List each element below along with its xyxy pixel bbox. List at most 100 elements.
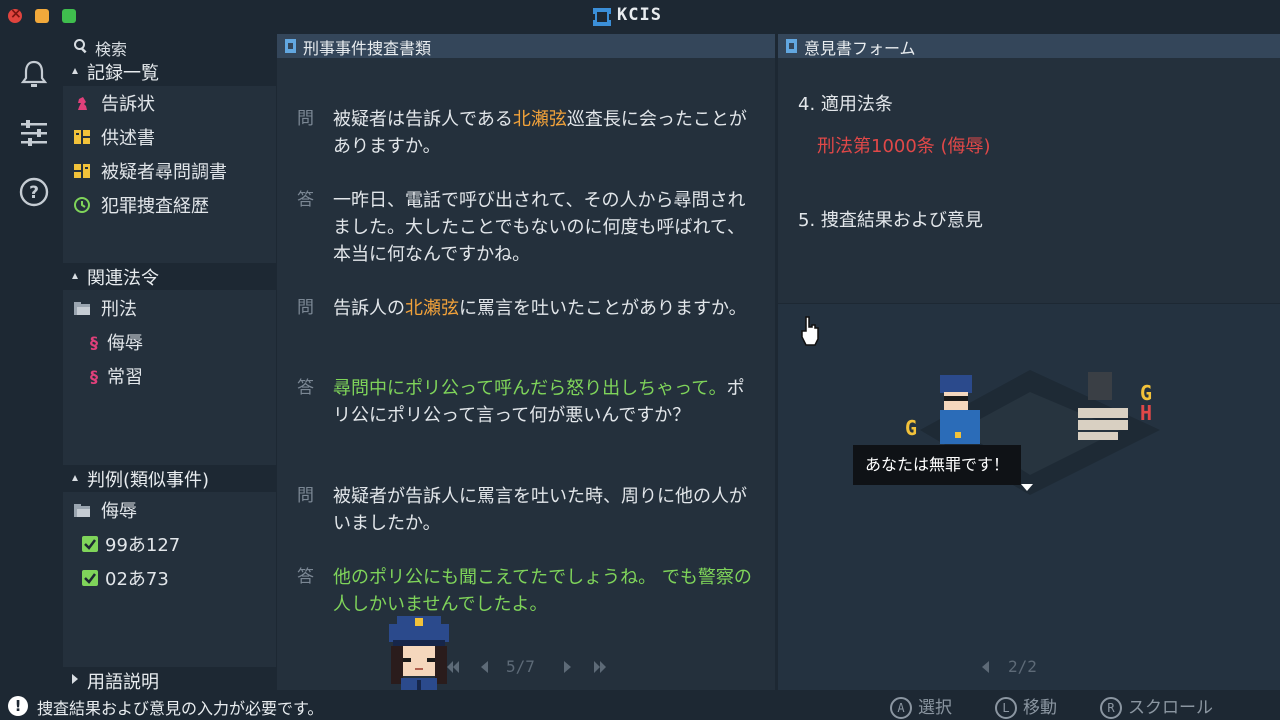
- sidebar-folder-insult[interactable]: 侮辱: [73, 495, 273, 525]
- minimize-button[interactable]: [35, 9, 49, 23]
- expand-icon: [72, 674, 78, 684]
- document-icon: [285, 39, 296, 53]
- sidebar-item-habitual[interactable]: § 常習: [85, 361, 273, 391]
- hint-label: 選択: [918, 698, 952, 718]
- answer-mark: 答: [297, 567, 314, 587]
- hint-label: 移動: [1023, 698, 1057, 718]
- interrogation-icon: [74, 164, 90, 178]
- next-page-icon[interactable]: [563, 660, 573, 674]
- qa-text: 一昨日、電話で呼び出されて、その人から尋問されました。大したことでもないのに何度…: [333, 190, 746, 265]
- sidebar-folder-criminal-law[interactable]: 刑法: [73, 293, 273, 323]
- app-title: KCIS: [617, 5, 662, 25]
- app-logo-icon: [591, 8, 613, 26]
- statement-icon: [74, 130, 90, 144]
- verdict-speech-bubble: あなたは無罪です！: [853, 445, 1022, 485]
- sidebar-item-label: 常習: [107, 367, 143, 388]
- sidebar-item-label: 刑法: [101, 299, 137, 320]
- section-symbol-icon: §: [90, 333, 98, 351]
- laws-section-header[interactable]: 関連法令: [63, 263, 276, 289]
- sidebar-item-history[interactable]: 犯罪捜査経歴: [73, 190, 273, 220]
- history-icon: [74, 197, 90, 213]
- applied-law-value[interactable]: 刑法第1000条 (侮辱): [817, 132, 991, 158]
- sidebar-item-label: 犯罪捜査経歴: [101, 196, 209, 217]
- hint-move: L 移動: [995, 693, 1057, 719]
- bell-icon[interactable]: [18, 58, 50, 90]
- close-button[interactable]: [8, 6, 22, 23]
- section-applicable-law: 4. 適用法条: [798, 94, 893, 115]
- highlighted-name: 北瀬弦: [512, 109, 567, 130]
- alert-icon: !: [8, 696, 28, 716]
- sidebar-item-statement[interactable]: 供述書: [73, 122, 273, 152]
- sidebar-item-label: 告訴状: [101, 94, 155, 115]
- sidebar-item-label: 99あ127: [105, 535, 181, 556]
- records-title: 記録一覧: [87, 63, 159, 84]
- precedents-section-header[interactable]: 判例(類似事件): [63, 465, 276, 491]
- sidebar-item-label: 侮辱: [107, 333, 143, 354]
- middle-panel-title: 刑事事件捜査書類: [303, 39, 432, 58]
- search-label: 検索: [95, 40, 128, 59]
- collapse-icon: [72, 68, 78, 74]
- sidebar-item-label: 02あ73: [105, 569, 169, 590]
- middle-panel-header: 刑事事件捜査書類: [277, 34, 775, 58]
- button-a-icon: A: [890, 697, 912, 719]
- sidebar-item-label: 被疑者尋問調書: [101, 162, 227, 183]
- qa-text: 告訴人の: [333, 298, 405, 319]
- hint-select: A 選択: [890, 693, 952, 719]
- search-icon: [74, 39, 87, 54]
- page-indicator: 5/7: [506, 657, 535, 676]
- highlighted-name: 北瀬弦: [405, 298, 459, 319]
- laws-title: 関連法令: [87, 268, 159, 289]
- prev-page-icon[interactable]: [980, 660, 990, 674]
- svg-text:?: ?: [29, 183, 39, 203]
- right-panel-title: 意見書フォーム: [804, 39, 916, 58]
- checkbox-checked-icon: [82, 570, 98, 586]
- hand-cursor-icon: [801, 316, 819, 346]
- qa-text: に罵言を吐いたことがありますか。: [459, 298, 747, 319]
- sidebar-item-interrogation[interactable]: 被疑者尋問調書: [73, 156, 273, 186]
- bubble-pointer-icon: [1021, 484, 1033, 491]
- collapse-icon: [72, 273, 78, 279]
- checkbox-checked-icon: [82, 536, 98, 552]
- sidebar-item-insult[interactable]: § 侮辱: [85, 327, 273, 357]
- answer-mark: 答: [297, 190, 314, 210]
- answer-mark: 答: [297, 378, 314, 398]
- help-icon[interactable]: ?: [18, 176, 50, 208]
- right-panel-header: 意見書フォーム: [778, 34, 1280, 58]
- glossary-section-header[interactable]: 用語説明: [63, 667, 276, 693]
- chess-knight-icon: [78, 97, 87, 110]
- sidebar-item-case-99a127[interactable]: 99あ127: [81, 529, 273, 559]
- sidebar-item-case-02a73[interactable]: 02あ73: [81, 563, 273, 593]
- qa-text: 被疑者は告訴人である: [333, 109, 513, 130]
- svg-text:§: §: [90, 333, 98, 351]
- hint-label: スクロール: [1128, 698, 1213, 718]
- prev-page-icon[interactable]: [479, 660, 489, 674]
- folder-icon: [74, 504, 90, 517]
- sidebar-item-complaint[interactable]: 告訴状: [73, 88, 273, 118]
- sidebar-item-label: 供述書: [101, 128, 155, 149]
- selected-answer-text[interactable]: 尋問中にポリ公って呼んだら怒り出しちゃって。: [333, 378, 727, 399]
- folder-icon: [74, 302, 90, 315]
- search-box[interactable]: 検索: [63, 34, 276, 60]
- qa-text: 被疑者が告訴人に罵言を吐いた時、周りに他の人がいましたか。: [333, 486, 747, 534]
- maximize-button[interactable]: [62, 9, 76, 23]
- question-mark: 問: [297, 298, 314, 318]
- section-symbol-icon: §: [90, 367, 98, 385]
- document-icon: [786, 39, 797, 53]
- question-mark: 問: [297, 109, 314, 129]
- svg-text:G: G: [905, 416, 917, 440]
- settings-sliders-icon[interactable]: [18, 117, 50, 149]
- button-l-icon: L: [995, 697, 1017, 719]
- selected-answer-text[interactable]: 他のポリ公にも聞こえてたでしょうね。 でも警察の人しかいませんでしたよ。: [333, 564, 757, 618]
- question-mark: 問: [297, 486, 314, 506]
- last-page-icon[interactable]: [593, 660, 607, 674]
- page-indicator: 2/2: [1008, 657, 1037, 676]
- svg-text:H: H: [1140, 401, 1152, 425]
- svg-text:§: §: [90, 367, 98, 385]
- section-investigation-result[interactable]: 5. 捜査結果および意見: [798, 206, 983, 232]
- precedents-title: 判例(類似事件): [87, 470, 210, 491]
- button-r-icon: R: [1100, 697, 1122, 719]
- collapse-icon: [72, 475, 78, 481]
- status-message: 捜査結果および意見の入力が必要です。: [37, 699, 324, 718]
- sidebar-item-label: 侮辱: [101, 501, 137, 522]
- records-section-header[interactable]: 記録一覧: [63, 58, 276, 84]
